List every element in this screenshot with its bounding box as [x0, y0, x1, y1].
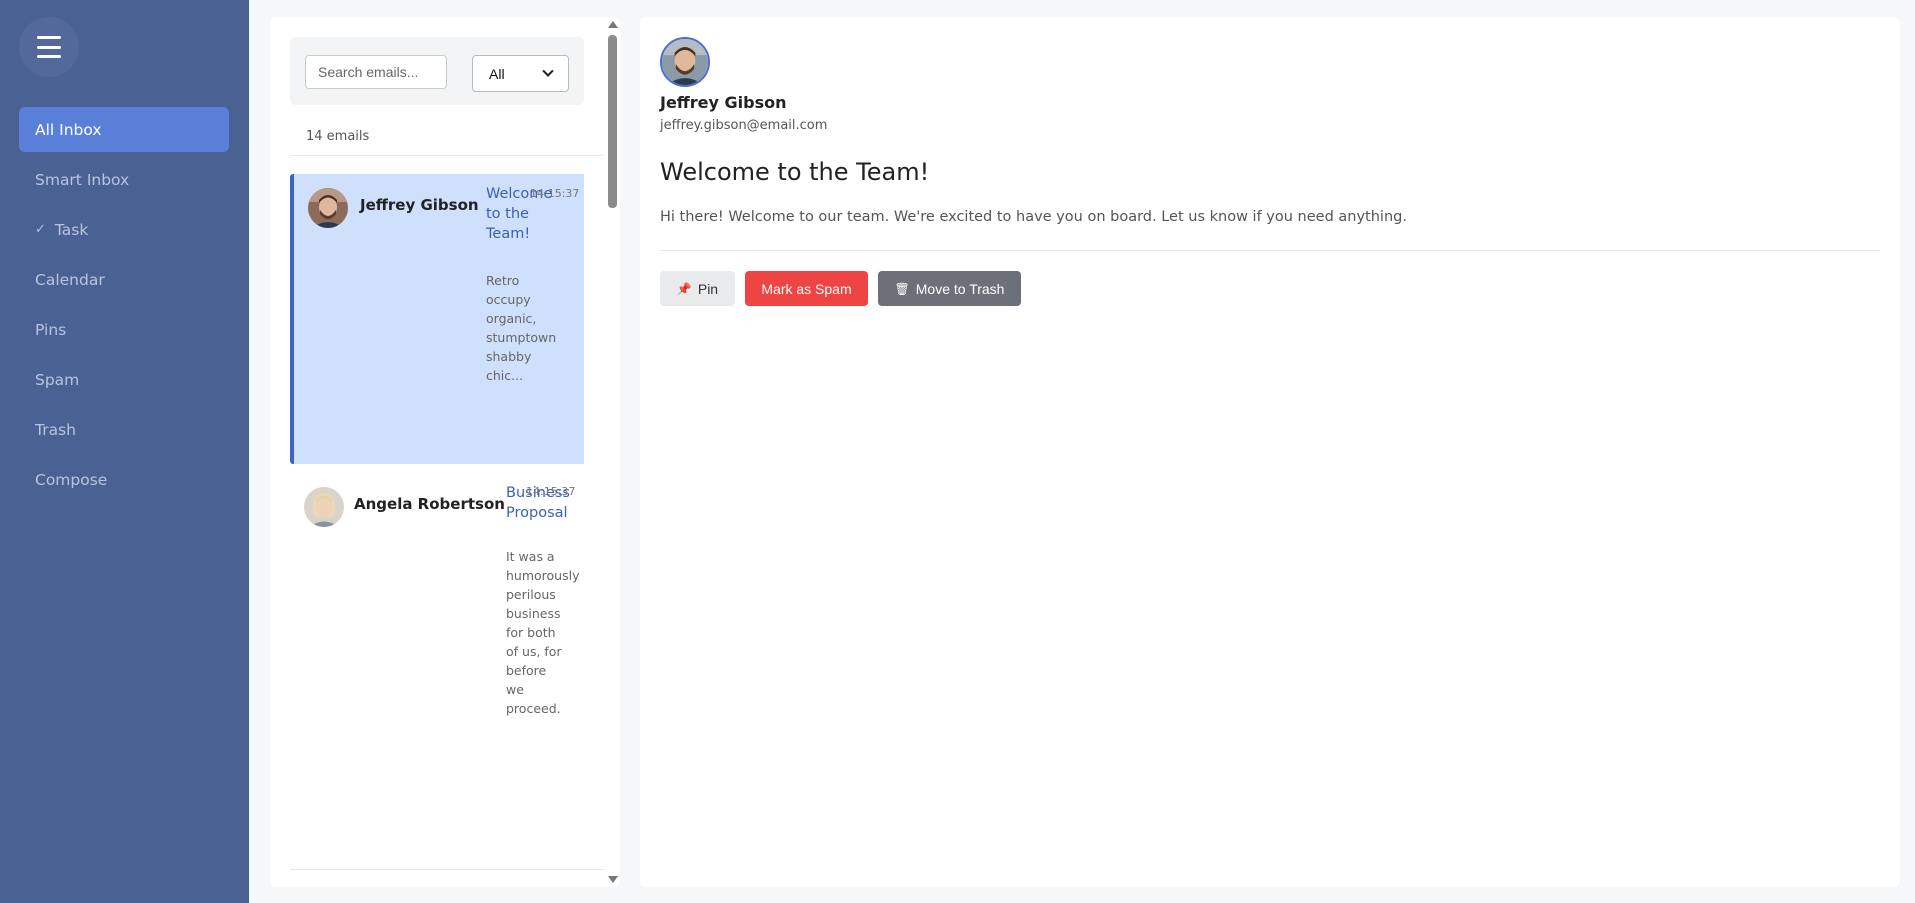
- sidebar-item-trash[interactable]: Trash: [19, 407, 229, 452]
- sidebar-item-calendar[interactable]: Calendar: [19, 257, 229, 302]
- filter-bar: All: [290, 37, 584, 105]
- list-item[interactable]: Angela Robertson Business Proposal 14:15…: [290, 478, 584, 838]
- sidebar-nav: All Inbox Smart Inbox ✓ Task Calendar Pi…: [19, 107, 229, 507]
- sidebar-item-label: Trash: [35, 420, 76, 439]
- pin-button[interactable]: 📌 Pin: [660, 271, 735, 306]
- move-to-trash-button[interactable]: 🗑 Move to Trash: [878, 271, 1021, 306]
- email-list-panel: All 14 emails Jeffrey Gibson Welcome to …: [270, 17, 620, 887]
- sidebar-item-all-inbox[interactable]: All Inbox: [19, 107, 229, 152]
- email-preview: It was a humorously perilous business fo…: [506, 549, 580, 716]
- sidebar-item-label: Task: [54, 220, 89, 239]
- avatar: [304, 487, 344, 527]
- email-time: 14:15:37: [526, 485, 576, 498]
- list-item[interactable]: Jeffrey Gibson Welcome to the Team! 14:1…: [290, 174, 584, 464]
- trash-button-label: Move to Trash: [915, 280, 1005, 297]
- email-body: Hi there! Welcome to our team. We're exc…: [660, 209, 1407, 225]
- mark-as-spam-button[interactable]: Mark as Spam: [745, 271, 868, 306]
- divider: [660, 250, 1880, 251]
- sender-name: Jeffrey Gibson: [660, 93, 787, 112]
- menu-toggle-button[interactable]: [19, 17, 79, 77]
- avatar: [308, 188, 348, 228]
- spam-button-label: Mark as Spam: [761, 280, 852, 297]
- divider: [290, 155, 604, 156]
- sidebar-item-label: Spam: [35, 370, 80, 389]
- email-time: 14:15:37: [530, 187, 580, 200]
- filter-select[interactable]: All: [472, 55, 569, 92]
- email-list-scrollbar[interactable]: [605, 17, 620, 887]
- sidebar-item-spam[interactable]: Spam: [19, 357, 229, 402]
- sidebar-item-compose[interactable]: Compose: [19, 457, 229, 502]
- search-input[interactable]: [305, 55, 447, 89]
- sidebar: All Inbox Smart Inbox ✓ Task Calendar Pi…: [0, 0, 249, 903]
- sidebar-item-label: Smart Inbox: [35, 170, 130, 189]
- email-sender: Angela Robertson: [354, 495, 505, 513]
- email-count: 14 emails: [306, 129, 370, 144]
- sidebar-item-label: Pins: [35, 320, 67, 339]
- sidebar-item-task[interactable]: ✓ Task: [19, 207, 229, 252]
- scroll-down-icon[interactable]: [608, 876, 618, 883]
- scroll-up-icon[interactable]: [608, 21, 618, 28]
- sender-email: jeffrey.gibson@email.com: [660, 118, 828, 133]
- chevron-down-icon: [542, 65, 554, 77]
- email-subject-heading: Welcome to the Team!: [660, 158, 930, 186]
- trash-icon: 🗑: [894, 281, 910, 296]
- pin-icon: 📌: [676, 281, 692, 296]
- pin-button-label: Pin: [697, 280, 719, 297]
- email-detail-panel: Jeffrey Gibson jeffrey.gibson@email.com …: [640, 17, 1900, 887]
- filter-select-value: All: [489, 65, 505, 82]
- avatar: [660, 37, 710, 87]
- sidebar-item-label: Compose: [35, 470, 108, 489]
- sidebar-item-pins[interactable]: Pins: [19, 307, 229, 352]
- email-sender: Jeffrey Gibson: [360, 196, 479, 214]
- check-icon: ✓: [35, 222, 46, 237]
- sidebar-item-label: Calendar: [35, 270, 105, 289]
- scroll-thumb[interactable]: [608, 35, 617, 208]
- email-preview: Retro occupy organic, stumptown shabby c…: [486, 273, 557, 383]
- sidebar-item-smart-inbox[interactable]: Smart Inbox: [19, 157, 229, 202]
- hamburger-icon: [37, 36, 61, 58]
- sidebar-item-label: All Inbox: [35, 120, 102, 139]
- divider: [290, 869, 604, 870]
